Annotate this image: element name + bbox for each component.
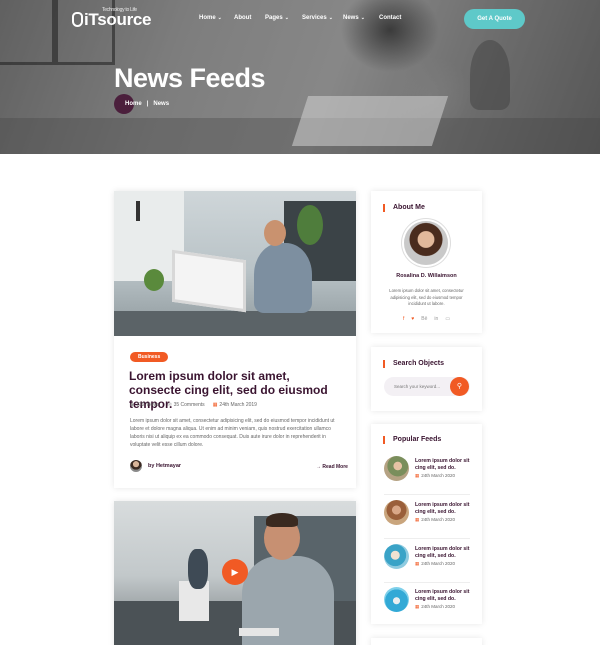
feed-date: ▦ 24th March 2020 [415,517,456,522]
widget-title: Popular Feeds [383,436,441,444]
nav-item-about[interactable]: About [234,15,251,21]
post-excerpt: Lorem ipsum dolor sit amet, consectetur … [130,418,335,448]
eye-icon: ◉ [130,402,135,408]
hero-laptop-decoration [291,96,449,146]
post-meta: ◉ 232 Views ✉ 35 Comments ▦ 24th March 2019 [130,402,257,408]
calendar-icon: ▦ [415,473,420,478]
calendar-icon: ▦ [415,561,420,566]
logo-icon [72,12,83,27]
chevron-down-icon: ⌄ [217,15,222,21]
play-video-button[interactable]: ▶ [222,559,248,585]
feed-date: ▦ 24th March 2020 [415,561,456,566]
popular-feed-item[interactable]: Lorem ipsum dolor sit cing elit, sed do.… [384,500,474,539]
breadcrumb-current: News [153,101,170,107]
breadcrumb: Home | News [114,94,169,114]
feed-date: ▦ 24th March 2020 [415,604,456,609]
logo-tagline: Technology to Life [102,7,137,13]
feed-date: ▦ 24th March 2020 [415,473,456,478]
top-navigation: iTsource Technology to Life Home ⌄ About … [0,0,600,36]
search-icon: ⚲ [456,383,463,390]
nav-item-pages[interactable]: Pages ⌄ [265,15,289,21]
feed-thumbnail [384,587,409,612]
avatar [130,460,142,472]
chevron-down-icon: ⌄ [360,15,365,21]
feed-title: Lorem ipsum dolor sit cing elit, sed do. [415,589,470,602]
facebook-icon[interactable]: f [403,316,404,322]
calendar-icon: ▦ [415,604,420,609]
twitter-icon[interactable]: ♥ [411,316,414,322]
nav-item-home[interactable]: Home ⌄ [199,15,222,21]
calendar-icon: ▦ [212,402,218,408]
feed-title: Lorem ipsum dolor sit cing elit, sed do. [415,546,470,559]
feed-title: Lorem ipsum dolor sit cing elit, sed do. [415,502,470,515]
post-date: ▦ 24th March 2019 [212,402,257,408]
widget-title: Search Objects [383,360,444,368]
blog-post-card: Business Lorem ipsum dolor sit amet, con… [114,191,356,488]
feed-thumbnail [384,500,409,525]
author-avatar [404,221,448,265]
site-logo[interactable]: iTsource Technology to Life [72,7,152,30]
search-widget: Search Objects Search your keyword... ⚲ [371,347,482,411]
youtube-icon[interactable]: ▭ [445,316,450,322]
page-title: News Feeds [114,63,266,93]
about-me-widget: About Me Rosalina D. Willaimson Lorem ip… [371,191,482,333]
blog-post-card-video: ▶ [114,501,356,645]
nav-item-services[interactable]: Services ⌄ [302,15,333,21]
post-video-thumbnail[interactable]: ▶ [114,501,356,645]
nav-item-contact[interactable]: Contact [379,15,401,21]
feed-thumbnail [384,544,409,569]
author-bio: Lorem ipsum dolor sit amet, consectetur … [389,288,464,306]
feed-thumbnail [384,456,409,481]
linkedin-icon[interactable]: in [434,316,438,322]
breadcrumb-home-link[interactable]: Home [114,94,142,114]
breadcrumb-separator: | [146,101,149,107]
author-name: Rosalina D. Willaimson [396,273,457,279]
popular-feed-item[interactable]: Lorem ipsum dolor sit cing elit, sed do.… [384,544,474,583]
widget-title: About Me [383,204,425,212]
divider [384,494,470,495]
play-icon: ▶ [231,567,239,577]
feed-title: Lorem ipsum dolor sit cing elit, sed do. [415,458,470,471]
nav-item-news[interactable]: News ⌄ [343,15,365,21]
post-image[interactable] [114,191,356,336]
read-more-link[interactable]: → Read More [316,464,348,470]
divider [384,582,470,583]
post-author[interactable]: by Hetmayar [130,460,181,472]
search-button[interactable]: ⚲ [450,377,469,396]
behance-icon[interactable]: Bē [421,316,427,322]
category-badge[interactable]: Business [130,352,169,362]
views-count: ◉ 232 Views [130,402,160,408]
chevron-down-icon: ⌄ [284,15,289,21]
comment-icon: ✉ [167,402,172,408]
popular-feed-item[interactable]: Lorem ipsum dolor sit cing elit, sed do.… [384,456,474,495]
sidebar-widget-partial [371,638,482,645]
comments-count[interactable]: ✉ 35 Comments [167,402,204,408]
hero-plant-decoration [470,40,510,110]
get-a-quote-button[interactable]: Get A Quote [464,9,525,29]
popular-feed-item[interactable]: Lorem ipsum dolor sit cing elit, sed do.… [384,587,474,621]
calendar-icon: ▦ [415,517,420,522]
divider [384,538,470,539]
popular-feeds-widget: Popular Feeds Lorem ipsum dolor sit cing… [371,424,482,624]
chevron-down-icon: ⌄ [328,15,333,21]
social-links: f ♥ Bē in ▭ [371,316,482,322]
